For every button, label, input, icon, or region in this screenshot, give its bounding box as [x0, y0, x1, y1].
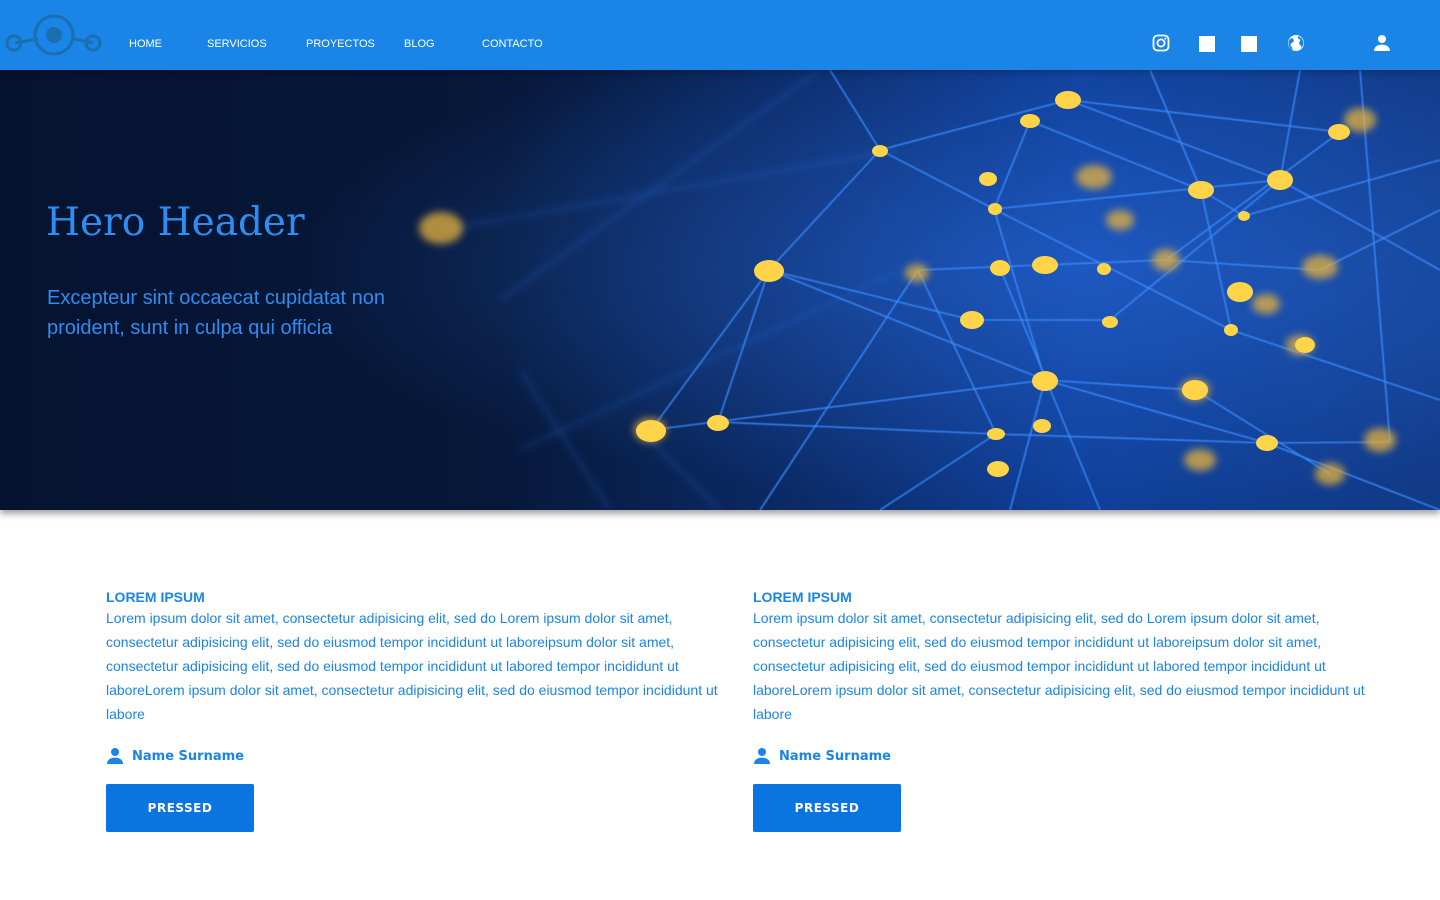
user-icon[interactable] [1373, 34, 1391, 52]
card-body-text: Lorem ipsum dolor sit amet, consectetur … [753, 610, 1365, 722]
nav-link-proyectos[interactable]: PROYECTOS [306, 38, 375, 50]
card-author: Name Surname [106, 746, 244, 766]
instagram-icon[interactable] [1152, 34, 1170, 52]
content-card: LOREM IPSUM Lorem ipsum dolor sit amet, … [106, 588, 726, 832]
author-name: Name Surname [779, 748, 891, 764]
card-title: LOREM IPSUM [753, 589, 852, 605]
top-navbar: HOME SERVICIOS PROYECTOS BLOG CONTACTO [0, 0, 1440, 70]
card-title: LOREM IPSUM [106, 589, 205, 605]
square-icon[interactable] [1199, 36, 1215, 52]
hero-subtitle: Excepteur sint occaecat cupidatat non pr… [47, 287, 385, 339]
card-body-text: Lorem ipsum dolor sit amet, consectetur … [106, 610, 718, 722]
nav-link-blog[interactable]: BLOG [404, 38, 435, 50]
hero-banner: Hero Header Excepteur sint occaecat cupi… [0, 70, 1440, 510]
content-card: LOREM IPSUM Lorem ipsum dolor sit amet, … [753, 588, 1373, 832]
card-author: Name Surname [753, 746, 891, 766]
network-nodes-logo-icon[interactable] [4, 14, 104, 56]
nav-link-servicios[interactable]: SERVICIOS [207, 38, 267, 50]
nav-link-home[interactable]: HOME [129, 38, 162, 50]
user-icon [107, 748, 123, 764]
pressed-button[interactable]: PRESSED [753, 784, 901, 832]
globe-icon[interactable] [1287, 34, 1305, 52]
square-icon[interactable] [1241, 36, 1257, 52]
pressed-button[interactable]: PRESSED [106, 784, 254, 832]
user-icon [754, 748, 770, 764]
nav-link-contacto[interactable]: CONTACTO [482, 38, 543, 50]
hero-title: Hero Header [46, 200, 305, 245]
author-name: Name Surname [132, 748, 244, 764]
